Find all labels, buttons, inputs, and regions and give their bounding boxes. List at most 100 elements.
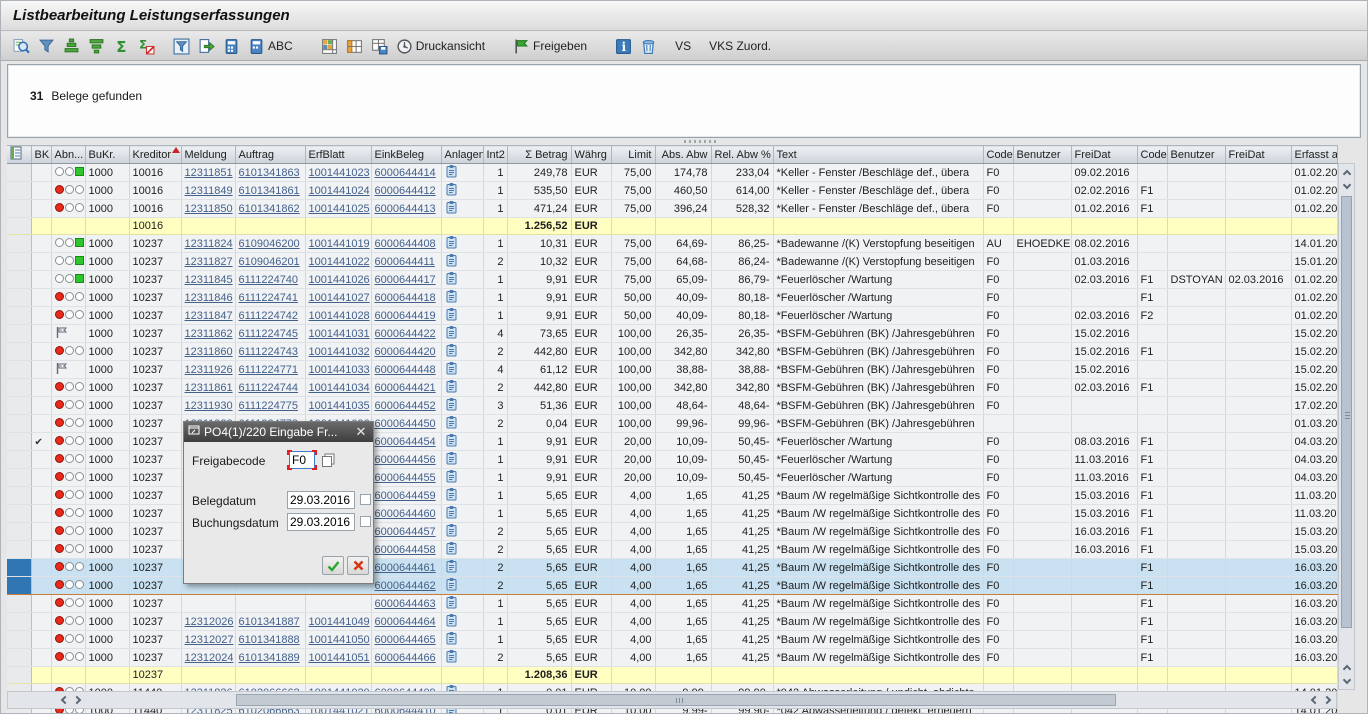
row-select-cell[interactable]: [7, 523, 31, 541]
mel-link[interactable]: 12311851: [185, 167, 233, 179]
col-header-sel[interactable]: [7, 146, 31, 164]
ein-link[interactable]: 6000644465: [375, 634, 436, 646]
auf-link[interactable]: 6101341862: [239, 203, 300, 215]
cell-anl[interactable]: [441, 433, 483, 451]
row-select-cell[interactable]: [7, 415, 31, 433]
auf-link[interactable]: 6111224740: [239, 274, 299, 286]
auf-link[interactable]: 6111224771: [239, 364, 299, 376]
cell-anl[interactable]: [441, 631, 483, 649]
row-select-cell[interactable]: [7, 379, 31, 397]
col-header-lim[interactable]: Limit: [611, 146, 655, 164]
cell-anl[interactable]: [441, 379, 483, 397]
ein-link[interactable]: 6000644419: [375, 310, 436, 322]
erf-link[interactable]: 1001441023: [309, 167, 370, 179]
row-select-cell[interactable]: [7, 469, 31, 487]
attachment-icon[interactable]: [445, 528, 458, 540]
cell-anl[interactable]: [441, 541, 483, 559]
filter-button[interactable]: [34, 35, 59, 57]
belegdatum-checkbox[interactable]: [360, 494, 371, 505]
mel-link[interactable]: 12311930: [185, 400, 233, 412]
vertical-scroll-thumb[interactable]: [1341, 196, 1352, 628]
col-header-anl[interactable]: Anlagen: [441, 146, 483, 164]
cell-anl[interactable]: [441, 415, 483, 433]
auf-link[interactable]: 6111224743: [239, 346, 299, 358]
erf-link[interactable]: 1001441025: [309, 203, 370, 215]
ein-link[interactable]: 6000644413: [375, 203, 436, 215]
col-header-mel[interactable]: Meldung: [181, 146, 235, 164]
ein-link[interactable]: 6000644411: [375, 256, 435, 268]
ein-link[interactable]: 6000644418: [375, 292, 436, 304]
col-header-erfd[interactable]: Erfasst a: [1291, 146, 1337, 164]
sort-descending-button[interactable]: [84, 35, 109, 57]
vertical-scrollbar[interactable]: [1338, 163, 1355, 690]
confirm-button[interactable]: [322, 556, 344, 575]
ein-link[interactable]: 6000644459: [375, 490, 436, 502]
ein-link[interactable]: 6000644421: [375, 382, 436, 394]
vks-zuord-button[interactable]: VKS Zuord.: [705, 35, 775, 57]
cell-anl[interactable]: [441, 451, 483, 469]
vs-button[interactable]: VS: [671, 35, 695, 57]
auf-link[interactable]: 6101341861: [239, 185, 300, 197]
row-select-cell[interactable]: [7, 325, 31, 343]
col-header-bet[interactable]: Σ Betrag: [507, 146, 571, 164]
col-header-c2[interactable]: Code: [1137, 146, 1167, 164]
ein-link[interactable]: 6000644457: [375, 526, 436, 538]
ein-link[interactable]: 6000644408: [375, 238, 436, 250]
column-splitter[interactable]: [7, 138, 1361, 145]
ein-link[interactable]: 6000644463: [375, 598, 436, 610]
scroll-right-button[interactable]: [71, 693, 86, 707]
ein-link[interactable]: 6000644422: [375, 328, 436, 340]
erf-link[interactable]: 1001441051: [309, 652, 370, 664]
belegdatum-input[interactable]: [287, 491, 355, 509]
print-preview-button[interactable]: Druckansicht: [392, 35, 489, 57]
horizontal-scroll-thumb[interactable]: [236, 694, 1116, 706]
row-select-cell[interactable]: [7, 613, 31, 631]
col-header-b2[interactable]: Benutzer: [1167, 146, 1225, 164]
cell-anl[interactable]: [441, 289, 483, 307]
auf-link[interactable]: 6101341863: [239, 167, 300, 179]
ein-link[interactable]: 6000644420: [375, 346, 436, 358]
attachment-icon[interactable]: [445, 366, 458, 378]
row-select-cell[interactable]: [7, 361, 31, 379]
row-select-cell[interactable]: [7, 182, 31, 200]
col-header-c1[interactable]: Code: [983, 146, 1013, 164]
attachment-icon[interactable]: [445, 438, 458, 450]
col-header-wae[interactable]: Währg: [571, 146, 611, 164]
mel-link[interactable]: 12312024: [185, 652, 234, 664]
row-select-cell[interactable]: [7, 289, 31, 307]
row-select-cell[interactable]: [7, 253, 31, 271]
row-select-cell[interactable]: [7, 164, 31, 182]
attachment-icon[interactable]: [445, 546, 458, 558]
ein-link[interactable]: 6000644455: [375, 472, 436, 484]
mel-link[interactable]: 12311847: [185, 310, 233, 322]
scroll-down-button-bottom[interactable]: [1339, 674, 1354, 688]
erf-link[interactable]: 1001441050: [309, 634, 370, 646]
mel-link[interactable]: 12311846: [185, 292, 233, 304]
col-header-rel[interactable]: Rel. Abw %: [711, 146, 773, 164]
row-select-cell[interactable]: [7, 218, 31, 235]
mel-link[interactable]: 12311850: [185, 203, 233, 215]
erf-link[interactable]: 1001441028: [309, 310, 370, 322]
mel-link[interactable]: 12312026: [185, 616, 234, 628]
attachment-icon[interactable]: [445, 618, 458, 630]
scroll-up-button[interactable]: [1339, 165, 1354, 179]
ein-link[interactable]: 6000644461: [375, 562, 436, 574]
attachment-icon[interactable]: [445, 564, 458, 576]
close-icon[interactable]: ✕: [353, 424, 369, 440]
ein-link[interactable]: 6000644464: [375, 616, 436, 628]
attachment-icon[interactable]: [445, 294, 458, 306]
cell-anl[interactable]: [441, 182, 483, 200]
row-select-cell[interactable]: [7, 649, 31, 667]
attachment-icon[interactable]: [445, 636, 458, 648]
row-select-cell[interactable]: [7, 271, 31, 289]
mel-link[interactable]: 12311824: [185, 238, 233, 250]
cell-anl[interactable]: [441, 253, 483, 271]
find-button[interactable]: [9, 35, 34, 57]
erf-link[interactable]: 1001441027: [309, 292, 370, 304]
auf-link[interactable]: 6111224745: [239, 328, 299, 340]
ein-link[interactable]: 6000644414: [375, 167, 436, 179]
ein-link[interactable]: 6000644450: [375, 418, 436, 430]
mel-link[interactable]: 12311827: [185, 256, 233, 268]
erf-link[interactable]: 1001441019: [309, 238, 370, 250]
auf-link[interactable]: 6101341889: [239, 652, 300, 664]
